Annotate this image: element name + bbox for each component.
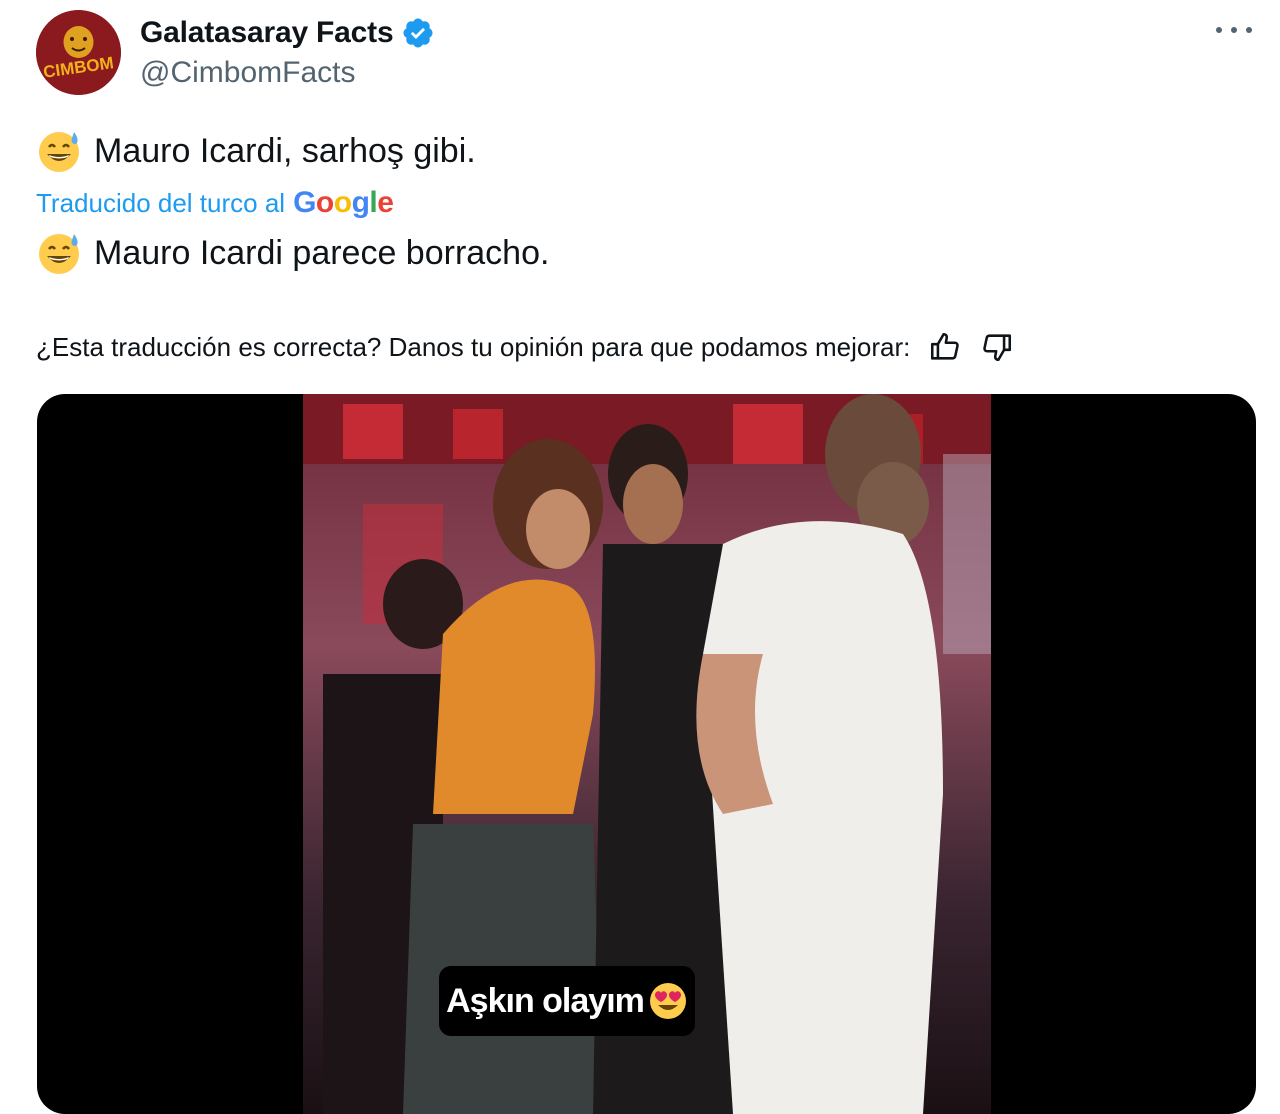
google-logo: Google: [293, 186, 394, 219]
tweet-original-text: Mauro Icardi, sarhoş gibi.: [94, 131, 476, 170]
tweet-translated-text-row: Mauro Icardi parece borracho.: [36, 230, 549, 276]
translation-feedback-question: ¿Esta traducción es correcta? Danos tu o…: [36, 331, 911, 362]
tweet-video-player[interactable]: Aşkın olayım: [37, 394, 1256, 1114]
tweet-original-text-row: Mauro Icardi, sarhoş gibi.: [36, 128, 476, 174]
thumbs-up-icon[interactable]: [928, 330, 962, 364]
author-name-row: Galatasaray Facts: [140, 14, 435, 52]
cimbom-lion-logo: CIMBOM: [36, 10, 121, 95]
heart-eyes-emoji-icon: [648, 981, 688, 1021]
grinning-face-with-sweat-icon: [36, 128, 82, 174]
translation-attribution[interactable]: Traducido del turco al Google: [36, 186, 394, 220]
translation-label: Traducido del turco al: [36, 187, 286, 218]
verified-badge-icon[interactable]: [401, 16, 435, 50]
more-options-icon[interactable]: [1216, 18, 1252, 42]
video-caption-text: Aşkın olayım: [446, 981, 645, 1020]
video-caption: Aşkın olayım: [439, 966, 695, 1036]
translation-feedback-row: ¿Esta traducción es correcta? Danos tu o…: [36, 330, 1014, 364]
author-handle[interactable]: @CimbomFacts: [140, 56, 355, 90]
author-avatar[interactable]: CIMBOM: [36, 10, 121, 95]
grinning-face-with-sweat-icon: [36, 230, 82, 276]
video-frame: Aşkın olayım: [303, 394, 991, 1114]
thumbs-down-icon[interactable]: [980, 330, 1014, 364]
tweet-translated-text: Mauro Icardi parece borracho.: [94, 233, 550, 272]
author-display-name[interactable]: Galatasaray Facts: [140, 16, 394, 50]
